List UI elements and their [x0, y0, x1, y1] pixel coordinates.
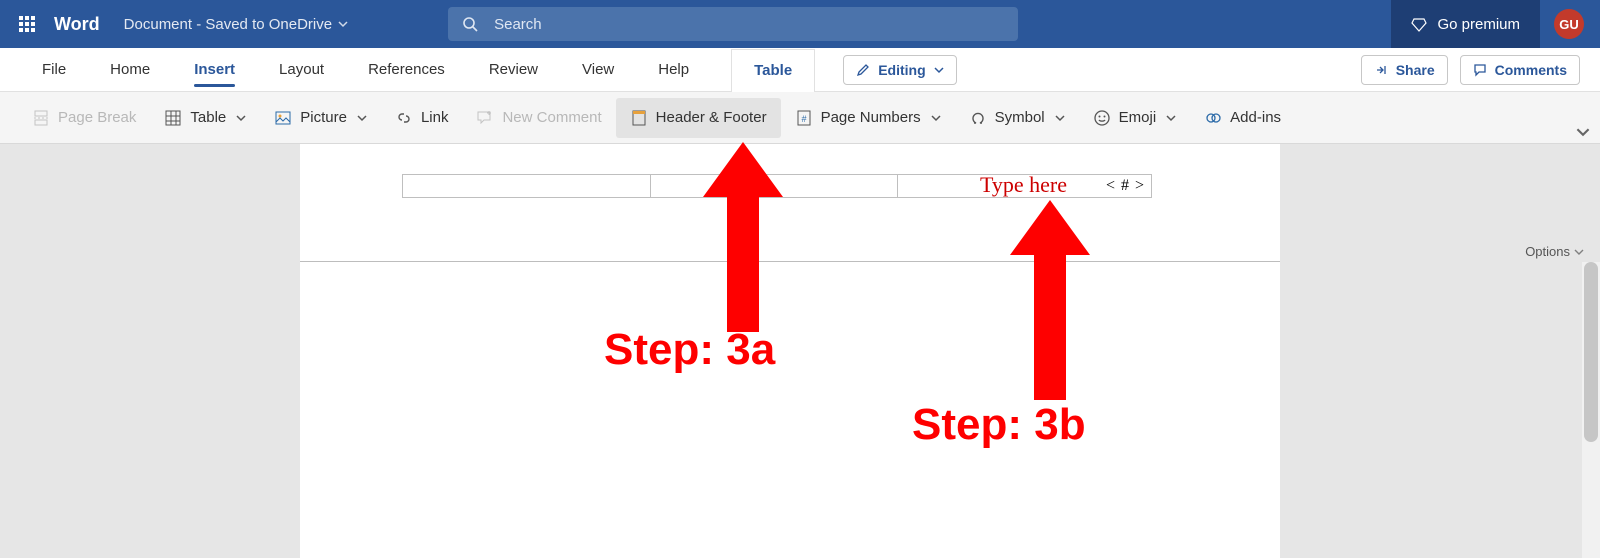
comment-icon — [1473, 63, 1487, 77]
editing-mode-button[interactable]: Editing — [843, 55, 956, 85]
tab-review[interactable]: Review — [467, 48, 560, 91]
search-icon — [462, 16, 478, 32]
svg-text:#: # — [801, 114, 806, 124]
chevron-down-icon — [357, 113, 367, 123]
user-initials: GU — [1559, 17, 1579, 32]
title-bar: Word Document - Saved to OneDrive Go pre… — [0, 0, 1600, 48]
doc-status-text: Document - Saved to OneDrive — [124, 16, 332, 33]
chevron-down-icon — [236, 113, 246, 123]
cmd-link[interactable]: Link — [381, 98, 463, 138]
tab-label: Help — [658, 61, 689, 78]
workspace — [0, 144, 1600, 558]
scrollbar-thumb[interactable] — [1584, 262, 1598, 442]
cmd-table[interactable]: Table — [150, 98, 260, 138]
options-label: Options — [1525, 244, 1570, 259]
cmd-header-footer[interactable]: Header & Footer — [616, 98, 781, 138]
go-premium-button[interactable]: Go premium — [1391, 0, 1540, 48]
tab-label: File — [42, 61, 66, 78]
ribbon-collapse-icon[interactable] — [1576, 125, 1590, 139]
tab-home[interactable]: Home — [88, 48, 172, 91]
header-cell-left[interactable] — [402, 174, 650, 198]
cmd-label: Symbol — [995, 109, 1045, 126]
tab-label: Layout — [279, 61, 324, 78]
cmd-label: Page Numbers — [821, 109, 921, 126]
cmd-label: Add-ins — [1230, 109, 1281, 126]
ribbon-commands: Page Break Table Picture Link New Commen… — [0, 92, 1600, 144]
chevron-down-icon — [931, 113, 941, 123]
user-avatar[interactable]: GU — [1554, 9, 1584, 39]
cmd-label: Link — [421, 109, 449, 126]
table-icon — [164, 109, 182, 127]
header-cell-center[interactable] — [650, 174, 898, 198]
chevron-down-icon — [1166, 113, 1176, 123]
editing-label: Editing — [878, 62, 925, 78]
tab-view[interactable]: View — [560, 48, 636, 91]
scrollbar[interactable] — [1582, 262, 1600, 558]
page-break-icon — [32, 109, 50, 127]
tab-table-context[interactable]: Table — [731, 49, 815, 92]
share-button[interactable]: Share — [1361, 55, 1448, 85]
symbol-icon — [969, 109, 987, 127]
tab-references[interactable]: References — [346, 48, 467, 91]
app-launcher-icon[interactable] — [0, 0, 54, 48]
cmd-addins[interactable]: Add-ins — [1190, 98, 1295, 138]
emoji-icon — [1093, 109, 1111, 127]
page-body[interactable] — [300, 262, 1280, 558]
tab-help[interactable]: Help — [636, 48, 711, 91]
premium-label: Go premium — [1437, 16, 1520, 33]
tab-label: References — [368, 61, 445, 78]
tab-label: Home — [110, 61, 150, 78]
tab-label: Table — [754, 62, 792, 79]
cmd-label: Header & Footer — [656, 109, 767, 126]
share-icon — [1374, 63, 1388, 77]
document-title[interactable]: Document - Saved to OneDrive — [124, 16, 348, 33]
search-box[interactable] — [448, 7, 1018, 41]
cmd-label: Emoji — [1119, 109, 1157, 126]
chevron-down-icon — [338, 19, 348, 29]
share-label: Share — [1396, 62, 1435, 78]
app-name: Word — [54, 14, 100, 35]
comments-button[interactable]: Comments — [1460, 55, 1580, 85]
picture-icon — [274, 109, 292, 127]
tab-file[interactable]: File — [20, 48, 88, 91]
diamond-icon — [1411, 16, 1427, 32]
annotation-type-here: Type here — [980, 172, 1067, 198]
cmd-symbol[interactable]: Symbol — [955, 98, 1079, 138]
comments-label: Comments — [1495, 62, 1567, 78]
cmd-page-break[interactable]: Page Break — [18, 98, 150, 138]
cmd-new-comment[interactable]: New Comment — [462, 98, 615, 138]
link-icon — [395, 109, 413, 127]
tab-label: Review — [489, 61, 538, 78]
cmd-label: Table — [190, 109, 226, 126]
tab-label: Insert — [194, 61, 235, 78]
pencil-icon — [856, 63, 870, 77]
chevron-down-icon — [1055, 113, 1065, 123]
page-header-area[interactable] — [300, 144, 1280, 262]
new-comment-icon — [476, 109, 494, 127]
header-options-button[interactable]: Options — [1519, 240, 1590, 263]
cmd-label: Page Break — [58, 109, 136, 126]
cmd-emoji[interactable]: Emoji — [1079, 98, 1191, 138]
search-input[interactable] — [492, 15, 1004, 34]
tab-layout[interactable]: Layout — [257, 48, 346, 91]
addins-icon — [1204, 109, 1222, 127]
page-number-placeholder: < # > — [1106, 177, 1145, 195]
cmd-label: Picture — [300, 109, 347, 126]
tab-insert[interactable]: Insert — [172, 48, 257, 91]
ribbon-tabs: File Home Insert Layout References Revie… — [0, 48, 1600, 92]
tab-label: View — [582, 61, 614, 78]
chevron-down-icon — [934, 65, 944, 75]
cmd-page-numbers[interactable]: # Page Numbers — [781, 98, 955, 138]
header-footer-icon — [630, 109, 648, 127]
chevron-down-icon — [1574, 247, 1584, 257]
cmd-label: New Comment — [502, 109, 601, 126]
cmd-picture[interactable]: Picture — [260, 98, 381, 138]
page-numbers-icon: # — [795, 109, 813, 127]
